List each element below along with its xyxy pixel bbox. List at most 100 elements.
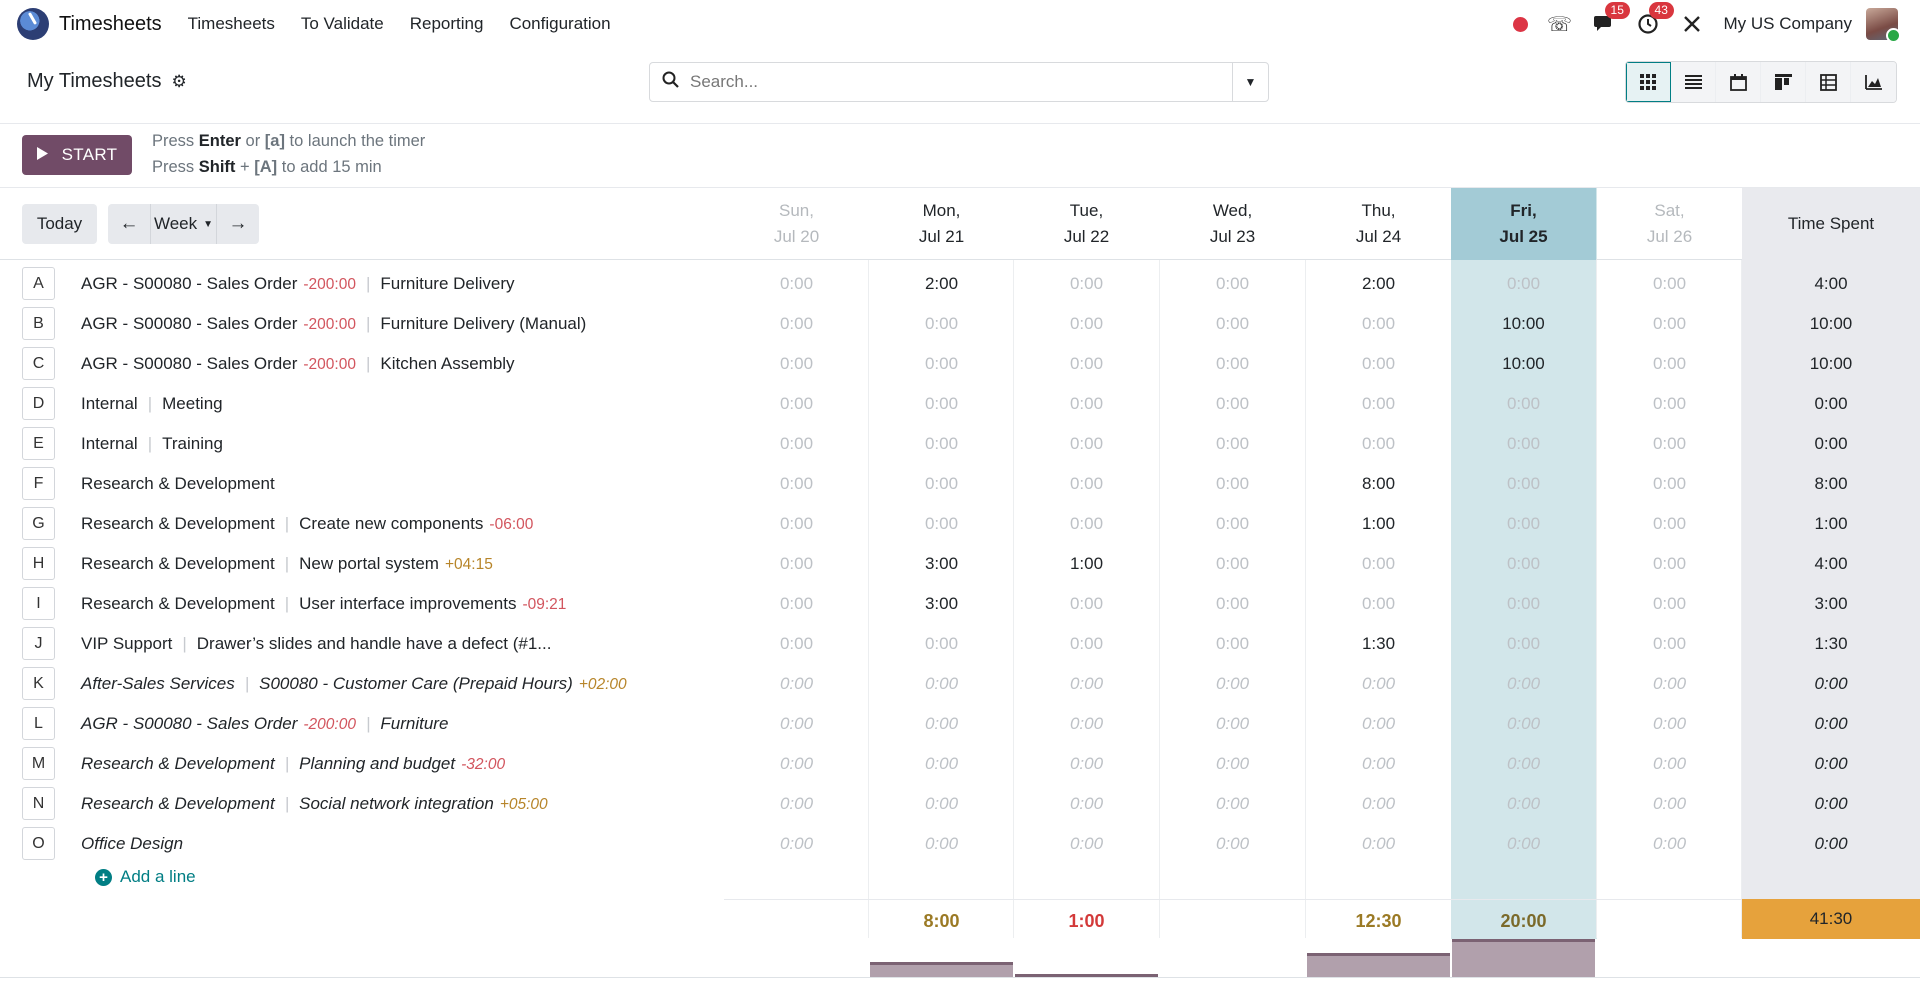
time-cell[interactable]: 0:00 [1160,514,1305,534]
time-cell[interactable]: 0:00 [1160,634,1305,654]
time-cell[interactable]: 0:00 [1014,394,1159,414]
time-cell[interactable]: 0:00 [1306,554,1451,574]
time-cell[interactable]: 0:00 [1014,594,1159,614]
time-cell[interactable]: 0:00 [1451,634,1596,654]
app-title[interactable]: Timesheets [59,13,162,36]
time-cell[interactable]: 0:00 [1306,714,1451,734]
row-shortcut-letter[interactable]: D [22,387,55,420]
time-cell[interactable]: 0:00 [1597,794,1742,814]
time-cell[interactable]: 0:00 [1014,314,1159,334]
row-label[interactable]: Research & Development [81,474,275,494]
time-cell[interactable]: 0:00 [724,754,869,774]
row-label[interactable]: VIP Support | Drawer’s slides and handle h… [81,634,551,654]
time-cell[interactable]: 0:00 [1306,394,1451,414]
time-cell[interactable]: 0:00 [1014,274,1159,294]
time-cell[interactable]: 0:00 [1160,674,1305,694]
time-cell[interactable]: 0:00 [724,314,869,334]
time-cell[interactable]: 0:00 [1451,794,1596,814]
time-cell[interactable]: 0:00 [1160,314,1305,334]
time-cell[interactable]: 0:00 [869,834,1014,854]
time-cell[interactable]: 0:00 [1014,834,1159,854]
recording-dot-icon[interactable] [1512,16,1528,32]
row-label[interactable]: Research & Development | Planning and budg… [81,754,505,774]
time-cell[interactable]: 0:00 [1597,634,1742,654]
time-cell[interactable]: 0:00 [724,474,869,494]
user-avatar[interactable] [1866,8,1901,43]
time-cell[interactable]: 0:00 [1597,354,1742,374]
time-cell[interactable]: 8:00 [1306,474,1451,494]
time-cell[interactable]: 0:00 [1597,274,1742,294]
time-cell[interactable]: 0:00 [869,634,1014,654]
next-arrow-icon[interactable]: → [217,204,259,244]
time-cell[interactable]: 0:00 [1451,674,1596,694]
time-cell[interactable]: 0:00 [1597,554,1742,574]
time-cell[interactable]: 0:00 [724,714,869,734]
time-cell[interactable]: 0:00 [1014,794,1159,814]
row-label[interactable]: After-Sales Services | S00080 - Customer C… [81,674,627,694]
time-cell[interactable]: 0:00 [1306,674,1451,694]
time-cell[interactable]: 10:00 [1451,354,1596,374]
time-cell[interactable]: 0:00 [1597,714,1742,734]
time-cell[interactable]: 0:00 [724,434,869,454]
kanban-view-button[interactable] [1761,62,1806,102]
app-logo-icon[interactable] [17,8,49,40]
time-cell[interactable]: 1:30 [1306,634,1451,654]
time-cell[interactable]: 0:00 [869,354,1014,374]
menu-configuration[interactable]: Configuration [509,14,610,34]
grid-view-button[interactable] [1626,62,1671,102]
time-cell[interactable]: 3:00 [869,594,1014,614]
time-cell[interactable]: 0:00 [724,554,869,574]
row-label[interactable]: AGR - S00080 - Sales Order -200:00 | Kitche… [81,354,515,374]
time-cell[interactable]: 0:00 [1451,594,1596,614]
time-cell[interactable]: 0:00 [724,674,869,694]
pivot-view-button[interactable] [1806,62,1851,102]
row-label[interactable]: AGR - S00080 - Sales Order -200:00 | Furnit… [81,714,448,734]
time-cell[interactable]: 0:00 [1451,714,1596,734]
graph-view-button[interactable] [1851,62,1896,102]
row-label[interactable]: Internal | Meeting [81,394,223,414]
time-cell[interactable]: 0:00 [1014,354,1159,374]
row-shortcut-letter[interactable]: E [22,427,55,460]
row-shortcut-letter[interactable]: C [22,347,55,380]
time-cell[interactable]: 0:00 [1451,274,1596,294]
time-cell[interactable]: 0:00 [869,394,1014,414]
time-cell[interactable]: 1:00 [1306,514,1451,534]
time-cell[interactable]: 2:00 [869,274,1014,294]
previous-arrow-icon[interactable]: ← [108,204,150,244]
menu-reporting[interactable]: Reporting [410,14,484,34]
time-cell[interactable]: 0:00 [1160,274,1305,294]
time-cell[interactable]: 1:00 [1014,554,1159,574]
row-label[interactable]: Research & Development | User interface im… [81,594,566,614]
row-shortcut-letter[interactable]: B [22,307,55,340]
debug-tools-icon[interactable] [1680,12,1704,36]
time-cell[interactable]: 0:00 [1306,434,1451,454]
time-cell[interactable]: 0:00 [869,754,1014,774]
time-cell[interactable]: 0:00 [1014,514,1159,534]
row-shortcut-letter[interactable]: K [22,667,55,700]
time-cell[interactable]: 0:00 [1306,594,1451,614]
row-shortcut-letter[interactable]: I [22,587,55,620]
messages-icon[interactable]: 15 [1592,2,1630,36]
time-cell[interactable]: 0:00 [1597,474,1742,494]
time-cell[interactable]: 0:00 [1014,714,1159,734]
row-shortcut-letter[interactable]: M [22,747,55,780]
time-cell[interactable]: 0:00 [1597,834,1742,854]
time-cell[interactable]: 0:00 [1306,834,1451,854]
time-cell[interactable]: 0:00 [1160,474,1305,494]
time-cell[interactable]: 0:00 [1597,674,1742,694]
time-cell[interactable]: 0:00 [869,474,1014,494]
time-cell[interactable]: 0:00 [1160,794,1305,814]
time-cell[interactable]: 0:00 [1014,434,1159,454]
row-shortcut-letter[interactable]: O [22,827,55,860]
today-button[interactable]: Today [22,204,97,244]
time-cell[interactable]: 0:00 [724,634,869,654]
row-shortcut-letter[interactable]: H [22,547,55,580]
row-shortcut-letter[interactable]: F [22,467,55,500]
time-cell[interactable]: 10:00 [1451,314,1596,334]
row-label[interactable]: Research & Development | New portal system… [81,554,493,574]
calendar-view-button[interactable] [1716,62,1761,102]
time-cell[interactable]: 0:00 [1597,434,1742,454]
time-cell[interactable]: 0:00 [1597,754,1742,774]
row-shortcut-letter[interactable]: N [22,787,55,820]
gear-icon[interactable]: ⚙ [171,72,186,92]
